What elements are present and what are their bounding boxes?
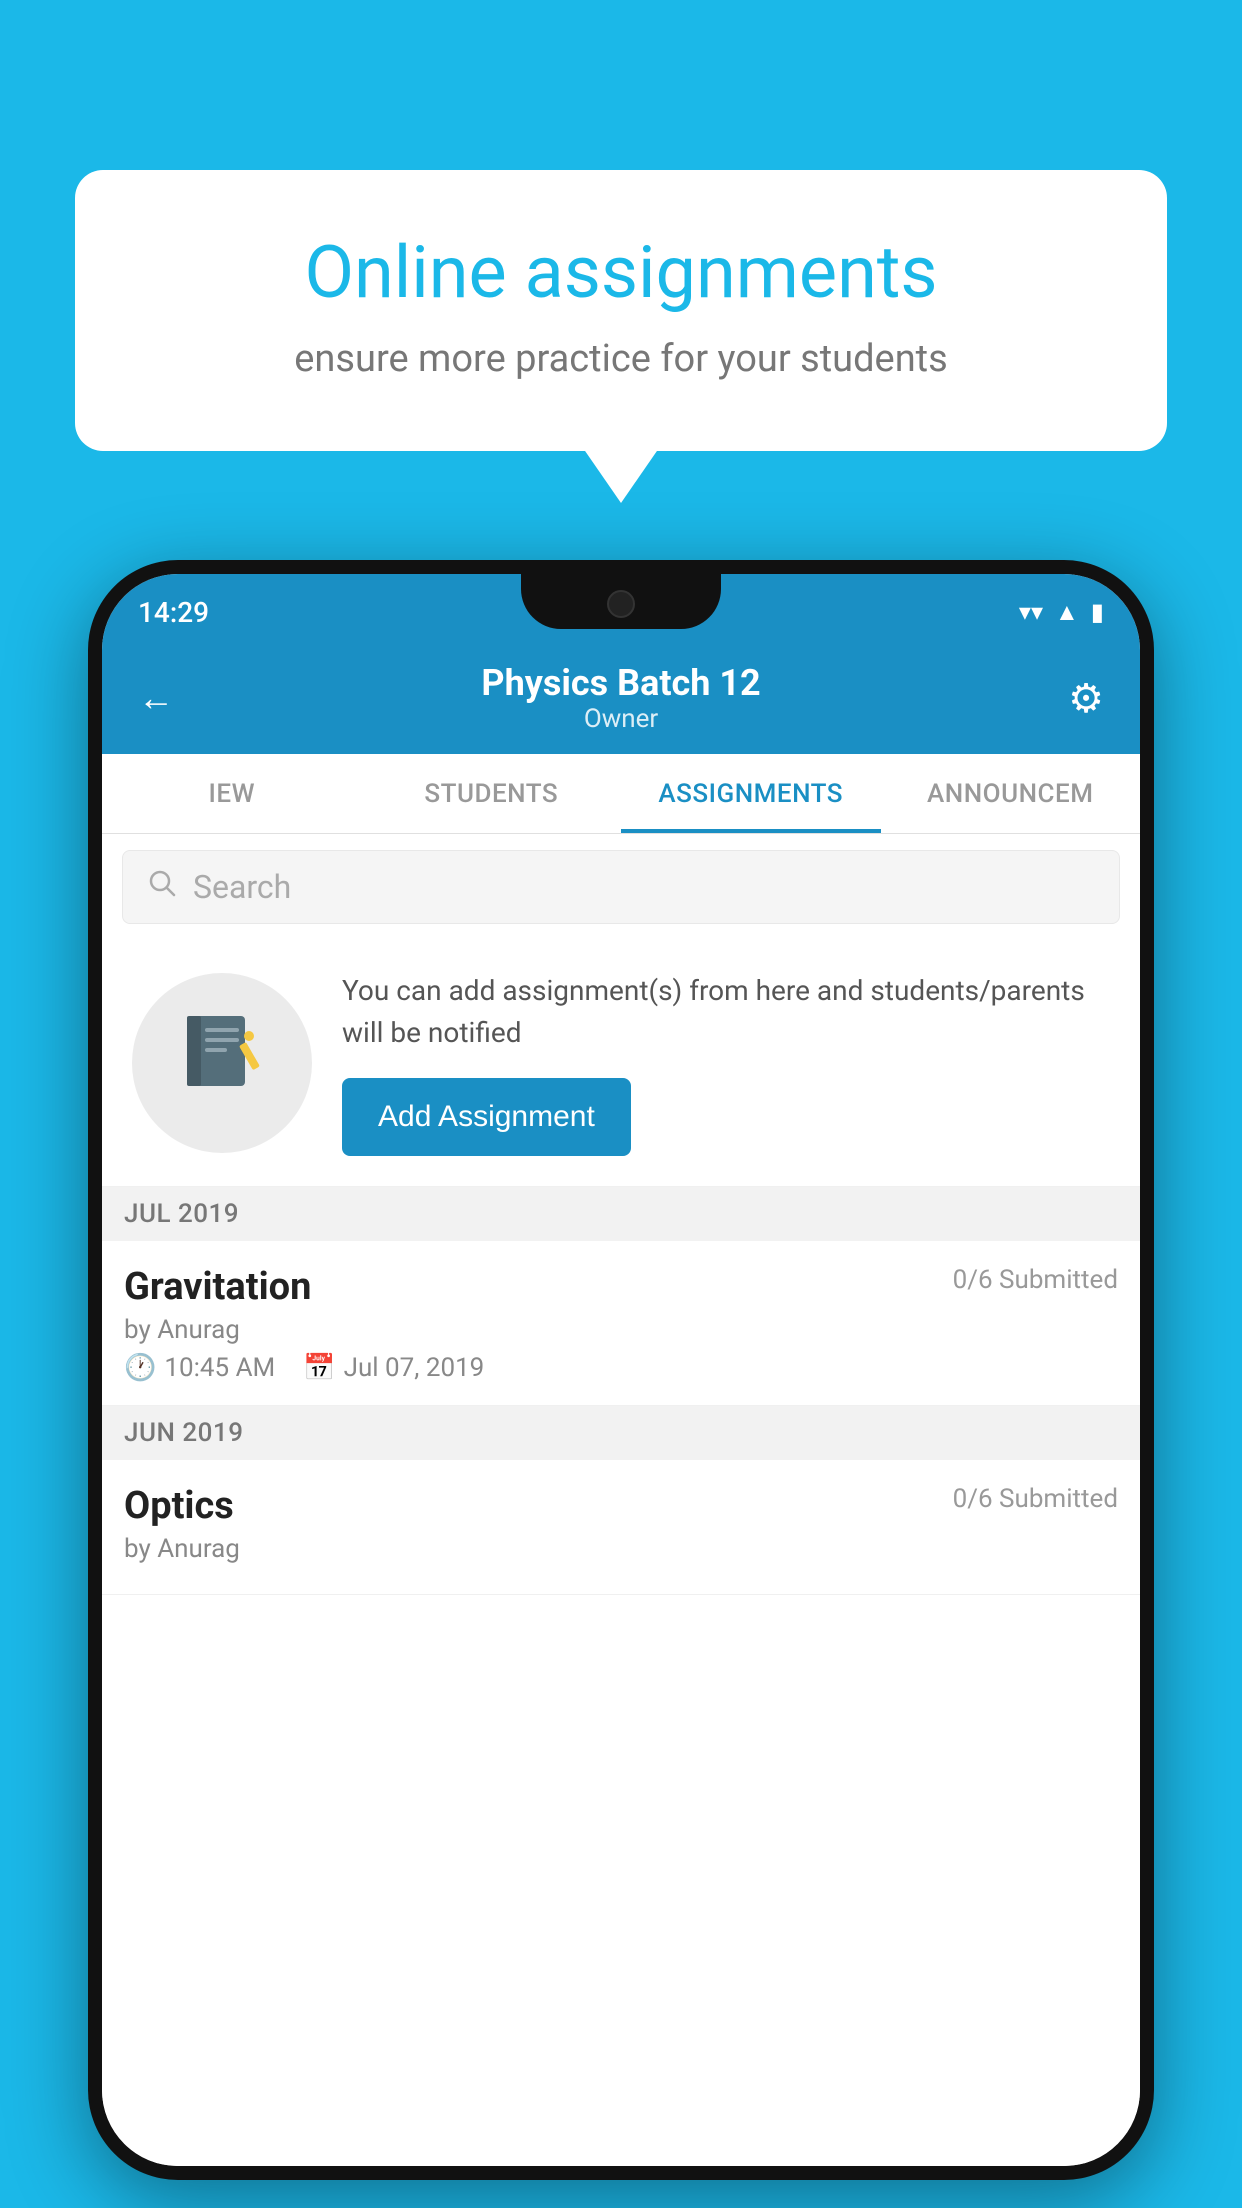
phone-notch — [521, 574, 721, 629]
bubble-subtitle: ensure more practice for your students — [145, 337, 1097, 381]
search-placeholder: Search — [193, 868, 291, 906]
signal-icon: ▲ — [1055, 598, 1079, 627]
clock-icon: 🕐 — [124, 1353, 156, 1383]
tab-students[interactable]: STUDENTS — [362, 754, 622, 833]
assignment-row-top-optics: Optics 0/6 Submitted — [124, 1484, 1118, 1528]
assignment-by-optics: by Anurag — [124, 1534, 1118, 1564]
tab-iew[interactable]: IEW — [102, 754, 362, 833]
empty-state-right: You can add assignment(s) from here and … — [342, 970, 1120, 1156]
empty-state: You can add assignment(s) from here and … — [102, 940, 1140, 1187]
meta-time-value: 10:45 AM — [164, 1353, 275, 1383]
settings-icon[interactable]: ⚙ — [1068, 675, 1104, 722]
speech-bubble-container: Online assignments ensure more practice … — [75, 170, 1167, 451]
assignment-submitted: 0/6 Submitted — [953, 1265, 1118, 1295]
month-header-jul: JUL 2019 — [102, 1187, 1140, 1241]
phone-camera — [607, 590, 635, 618]
screen-content: Search — [102, 834, 1140, 2166]
assignment-by: by Anurag — [124, 1315, 1118, 1345]
month-header-jun: JUN 2019 — [102, 1406, 1140, 1460]
meta-date: 📅 Jul 07, 2019 — [303, 1353, 484, 1383]
meta-time: 🕐 10:45 AM — [124, 1353, 275, 1383]
search-bar-wrapper: Search — [102, 834, 1140, 940]
back-button[interactable]: ← — [138, 677, 174, 719]
add-assignment-button[interactable]: Add Assignment — [342, 1078, 631, 1156]
app-header: ← Physics Batch 12 Owner ⚙ — [102, 642, 1140, 754]
notebook-icon — [177, 1008, 267, 1118]
search-icon — [147, 868, 177, 906]
assignment-name-optics: Optics — [124, 1484, 234, 1528]
assignment-name: Gravitation — [124, 1265, 311, 1309]
tab-announcements[interactable]: ANNOUNCEM — [881, 754, 1141, 833]
assignment-meta: 🕐 10:45 AM 📅 Jul 07, 2019 — [124, 1353, 1118, 1383]
phone-screen: 14:29 ▾▾ ▲ ▮ ← Physics Batch 12 Owner ⚙ … — [102, 574, 1140, 2166]
header-title-block: Physics Batch 12 Owner — [481, 662, 760, 734]
status-icons: ▾▾ ▲ ▮ — [1019, 598, 1104, 627]
header-subtitle: Owner — [481, 704, 760, 734]
meta-date-value: Jul 07, 2019 — [344, 1353, 485, 1383]
assignment-row-top: Gravitation 0/6 Submitted — [124, 1265, 1118, 1309]
search-bar[interactable]: Search — [122, 850, 1120, 924]
battery-icon: ▮ — [1091, 598, 1104, 626]
tab-assignments[interactable]: ASSIGNMENTS — [621, 754, 881, 833]
header-title: Physics Batch 12 — [481, 662, 760, 704]
wifi-icon: ▾▾ — [1019, 598, 1043, 626]
tabs-bar: IEW STUDENTS ASSIGNMENTS ANNOUNCEM — [102, 754, 1140, 834]
calendar-icon: 📅 — [303, 1353, 335, 1383]
speech-bubble: Online assignments ensure more practice … — [75, 170, 1167, 451]
assignment-submitted-optics: 0/6 Submitted — [953, 1484, 1118, 1514]
assignment-item-optics[interactable]: Optics 0/6 Submitted by Anurag — [102, 1460, 1140, 1595]
assignment-item-gravitation[interactable]: Gravitation 0/6 Submitted by Anurag 🕐 10… — [102, 1241, 1140, 1406]
empty-icon-circle — [132, 973, 312, 1153]
status-time: 14:29 — [138, 596, 209, 629]
bubble-title: Online assignments — [145, 230, 1097, 315]
phone-frame: 14:29 ▾▾ ▲ ▮ ← Physics Batch 12 Owner ⚙ … — [88, 560, 1154, 2180]
empty-state-description: You can add assignment(s) from here and … — [342, 970, 1120, 1054]
